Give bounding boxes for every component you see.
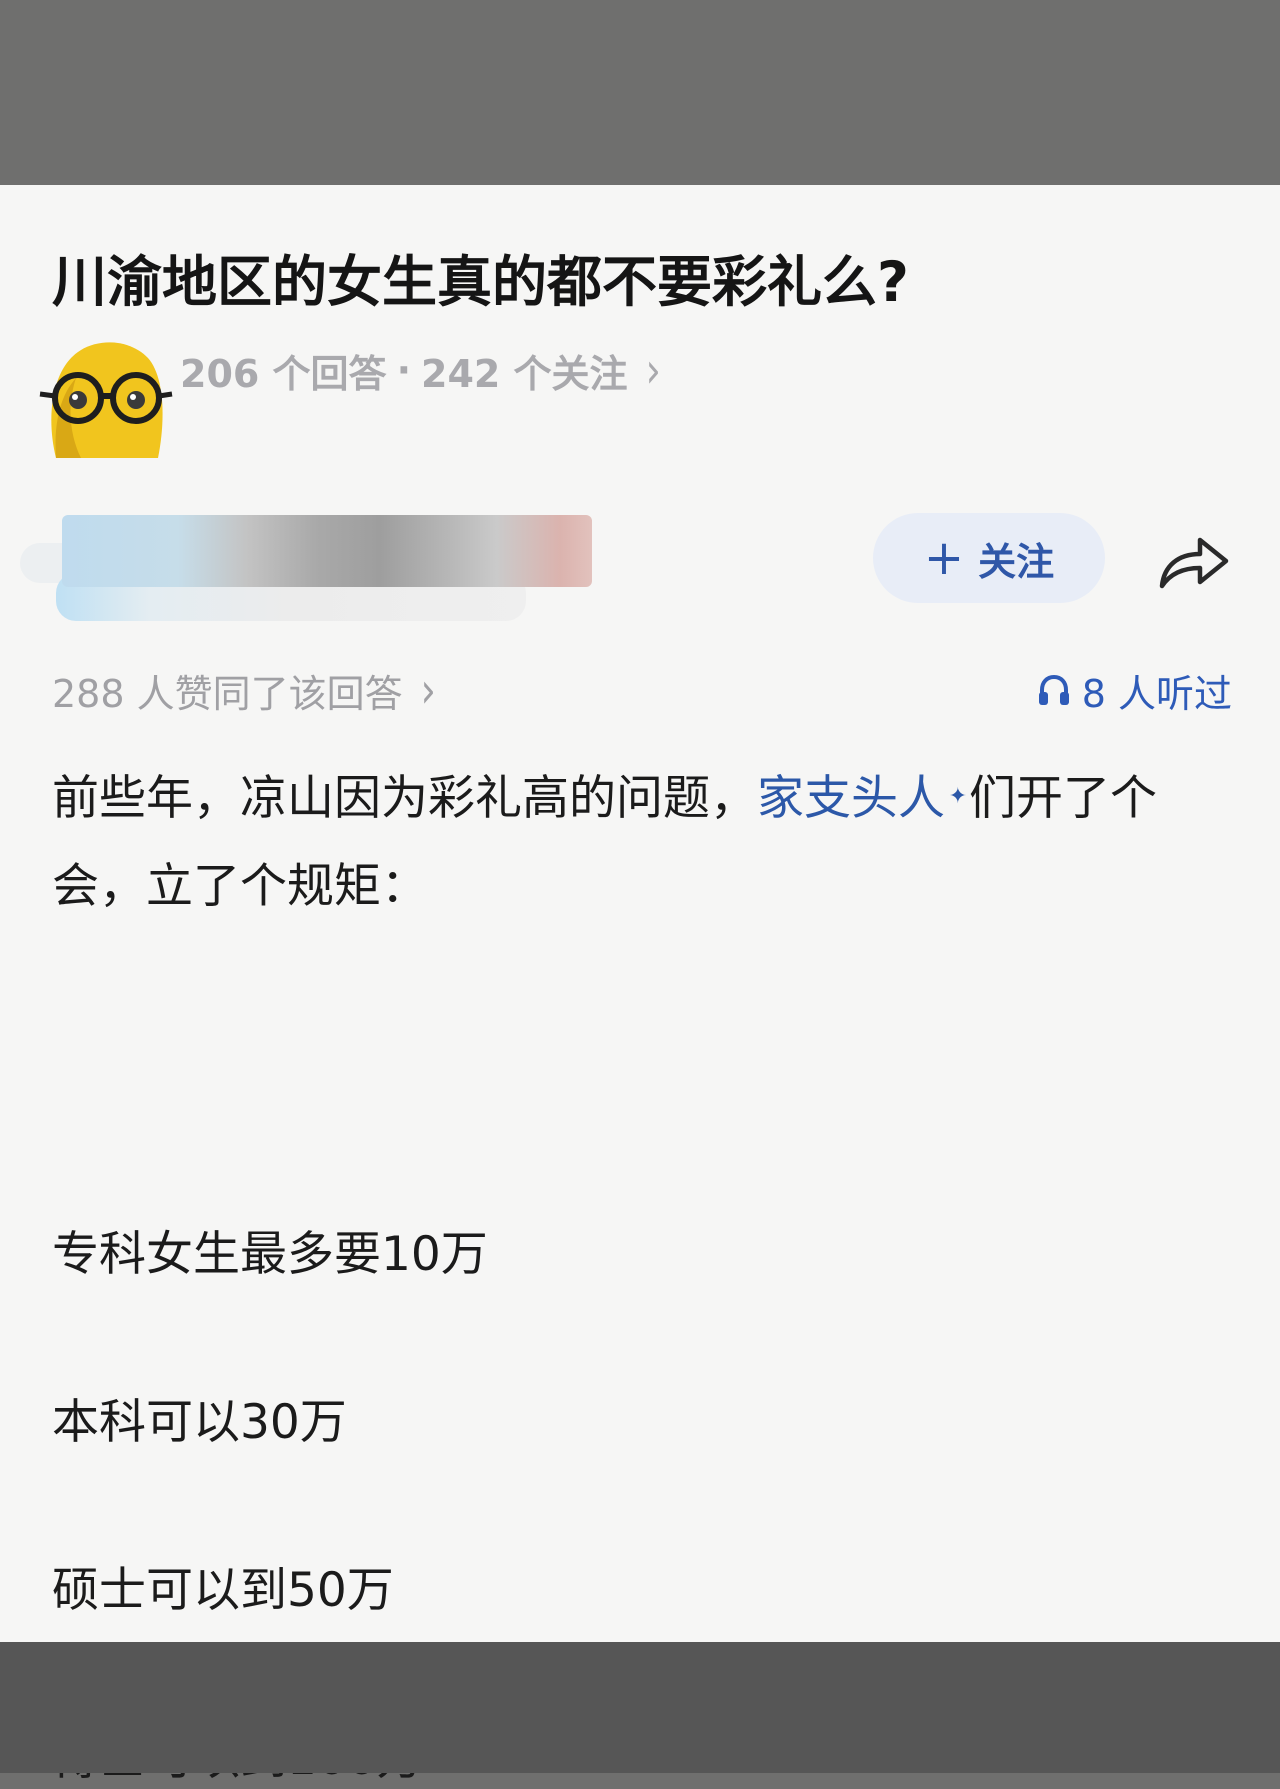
rule-item: 本科可以30万 xyxy=(52,1395,347,1450)
follow-label: 关注 xyxy=(978,539,1055,584)
listened-text: 8 人听过 xyxy=(1081,671,1232,716)
author-name-blur xyxy=(62,515,592,587)
headphones-icon xyxy=(1038,674,1069,705)
votes-link[interactable]: 288 人赞同了该回答 › xyxy=(52,661,436,718)
chevron-right-icon: › xyxy=(645,341,661,399)
keyword-text: 家支头人 xyxy=(757,771,945,826)
rule-item: 专科女生最多要10万 xyxy=(52,1227,488,1282)
top-dim-bar xyxy=(0,0,1280,185)
answer-card: 川渝地区的女生真的都不要彩礼么? 206 个回答 · 242 个关注 › + 关… xyxy=(0,185,1280,1786)
chevron-right-icon: › xyxy=(420,661,436,719)
listened-link[interactable]: 8 人听过 xyxy=(1036,665,1232,716)
answers-count: 206 个回答 xyxy=(180,351,387,396)
plus-icon: + xyxy=(923,530,965,586)
keyword-link[interactable]: 家支头人 ✦ xyxy=(757,771,967,826)
question-title[interactable]: 川渝地区的女生真的都不要彩礼么? xyxy=(52,247,1232,317)
share-icon[interactable] xyxy=(1156,530,1232,592)
answer-content: 前些年，凉山因为彩礼高的问题，家支头人 ✦ 们开了个会，立了个规矩： 专科女生最多要… xyxy=(52,755,1232,1786)
mascot-icon xyxy=(39,342,173,458)
follow-button[interactable]: + 关注 xyxy=(873,513,1105,603)
sparkle-icon: ✦ xyxy=(948,784,967,809)
meta-separator: · xyxy=(396,348,411,392)
votes-text: 288 人赞同了该回答 xyxy=(52,671,403,716)
answer-intro-paragraph: 前些年，凉山因为彩礼高的问题，家支头人 ✦ 们开了个会，立了个规矩： xyxy=(52,755,1232,931)
question-meta[interactable]: 206 个回答 · 242 个关注 › xyxy=(180,341,661,398)
followers-count: 242 个关注 xyxy=(421,351,628,396)
rule-item: 硕士可以到50万 xyxy=(52,1563,394,1618)
author-info-blurred[interactable] xyxy=(20,495,592,635)
bottom-dim-bar xyxy=(0,1642,1280,1773)
intro-text: 前些年，凉山因为彩礼高的问题， xyxy=(52,771,757,826)
